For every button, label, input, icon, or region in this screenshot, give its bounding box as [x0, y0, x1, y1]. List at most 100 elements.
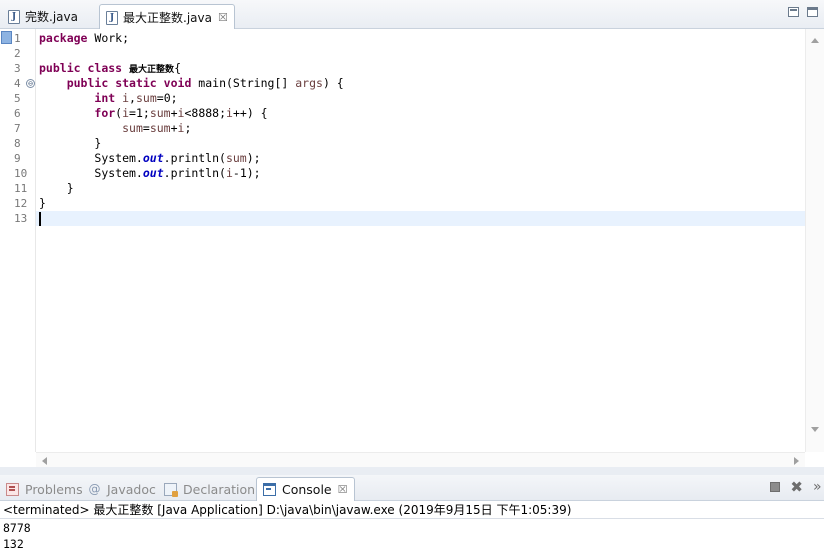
more-actions-icon[interactable]: »	[813, 481, 822, 493]
code-line-1: package Work;	[39, 31, 805, 46]
editor-window-controls	[788, 7, 818, 17]
line-number: 13	[14, 212, 28, 225]
java-file-icon: J	[106, 10, 118, 25]
tab-label: Console	[282, 482, 332, 497]
tab-wanshu-java[interactable]: J 完数.java	[2, 4, 84, 29]
scroll-up-arrow-icon[interactable]	[811, 38, 819, 43]
declaration-icon	[164, 482, 178, 497]
line-number: 11	[14, 182, 28, 195]
horizontal-scrollbar[interactable]	[36, 452, 805, 467]
line-number: 7	[14, 122, 21, 135]
text-caret	[39, 211, 41, 226]
tab-problems[interactable]: Problems	[0, 477, 89, 501]
console-output-line: 132	[3, 537, 24, 551]
maximize-icon[interactable]	[807, 7, 818, 17]
line-number-folding: 4 ⊖	[0, 76, 36, 91]
code-line-6: for(i=1;sum+i<8888;i++) {	[39, 106, 805, 121]
class-name: 最大正整数	[129, 65, 175, 75]
code-line-9: System.out.println(sum);	[39, 151, 805, 166]
code-line-13-current	[36, 211, 805, 226]
variable: sum	[149, 121, 171, 135]
code-token: System.	[94, 151, 143, 165]
code-token: ;	[184, 121, 192, 135]
variable: i	[122, 106, 130, 120]
scroll-right-arrow-icon[interactable]	[794, 457, 799, 465]
parameter: args	[295, 76, 323, 90]
keyword: static	[115, 76, 157, 90]
code-line-11: }	[39, 181, 805, 196]
code-token: .println(	[163, 166, 226, 180]
line-number-ruler: 1 2 3 4 ⊖ 5 6 7 8 9 10 11 12 13	[0, 29, 36, 452]
code-line-7: sum=sum+i;	[39, 121, 805, 136]
at-icon: @	[88, 481, 101, 496]
close-tab-icon[interactable]: ☒	[218, 11, 228, 24]
code-token: ++) {	[232, 106, 268, 120]
code-line-5: int i,sum=0;	[39, 91, 805, 106]
line-number: 9	[14, 152, 21, 165]
console-output-line: 8778	[3, 521, 31, 535]
tab-console[interactable]: Console ☒	[256, 477, 355, 501]
console-toolbar: ✖ »	[770, 480, 822, 495]
tab-zuidazhengzhengshu-java[interactable]: J 最大正整数.java ☒	[99, 4, 235, 30]
code-line-12: }	[39, 196, 805, 211]
code-token: }	[39, 196, 46, 210]
console-icon	[263, 483, 276, 496]
variable: sum	[149, 106, 171, 120]
console-output[interactable]: 8778 132	[3, 520, 31, 552]
keyword: int	[94, 91, 116, 105]
code-token: =0;	[156, 91, 178, 105]
line-number: 3	[14, 62, 21, 75]
code-token: .println(	[163, 151, 226, 165]
keyword: public	[66, 76, 109, 90]
keyword: for	[94, 106, 116, 120]
code-token: ) {	[322, 76, 344, 90]
variable: sum	[225, 151, 247, 165]
sash-divider[interactable]	[0, 467, 824, 475]
line-number: 8	[14, 137, 21, 150]
code-token: =1;	[129, 106, 150, 120]
code-token: {	[174, 61, 181, 75]
static-field: out	[142, 151, 164, 165]
fold-collapse-icon[interactable]: ⊖	[26, 79, 35, 88]
line-number: 4	[14, 77, 21, 90]
code-text[interactable]: package Work; public class 最大正整数{ public…	[36, 31, 805, 226]
keyword: void	[163, 76, 192, 90]
variable: sum	[135, 91, 157, 105]
code-token: <8888;	[184, 106, 227, 120]
scroll-down-arrow-icon[interactable]	[811, 427, 819, 432]
bottom-panel-tab-bar: Problems @ Javadoc Declaration Console ☒	[0, 475, 824, 501]
tab-javadoc[interactable]: @ Javadoc	[82, 477, 162, 501]
code-editor[interactable]: 1 2 3 4 ⊖ 5 6 7 8 9 10 11 12 13 package W…	[0, 29, 824, 467]
code-token: }	[94, 136, 102, 150]
code-token: -1);	[232, 166, 261, 180]
tab-label: 完数.java	[25, 10, 78, 24]
tab-label: 最大正整数.java	[123, 11, 212, 25]
code-token: System.	[94, 166, 143, 180]
code-token: main(String[]	[191, 76, 296, 90]
code-token: );	[246, 151, 261, 165]
variable: i	[225, 166, 233, 180]
line-number: 10	[14, 167, 28, 180]
line-number: 5	[14, 92, 21, 105]
vertical-scrollbar[interactable]	[805, 29, 824, 452]
code-token: +	[170, 106, 178, 120]
static-field: out	[142, 166, 164, 180]
variable: i	[226, 106, 233, 120]
java-file-icon: J	[8, 9, 20, 24]
close-tab-icon[interactable]: ☒	[338, 483, 348, 496]
code-token: +	[170, 121, 178, 135]
code-token: Work;	[87, 31, 130, 45]
code-line-10: System.out.println(i-1);	[39, 166, 805, 181]
tab-declaration[interactable]: Declaration	[158, 477, 261, 501]
editor-tab-bar: J 完数.java J 最大正整数.java ☒	[0, 0, 824, 30]
code-token: =	[142, 121, 150, 135]
problems-icon	[6, 482, 19, 496]
tab-label: Declaration	[183, 481, 256, 497]
minimize-icon[interactable]	[788, 7, 799, 17]
remove-all-terminated-icon[interactable]: ✖	[790, 480, 803, 495]
line-number: 2	[14, 47, 21, 60]
terminate-icon[interactable]	[770, 482, 781, 492]
keyword: class	[87, 61, 123, 75]
scroll-left-arrow-icon[interactable]	[42, 457, 47, 465]
